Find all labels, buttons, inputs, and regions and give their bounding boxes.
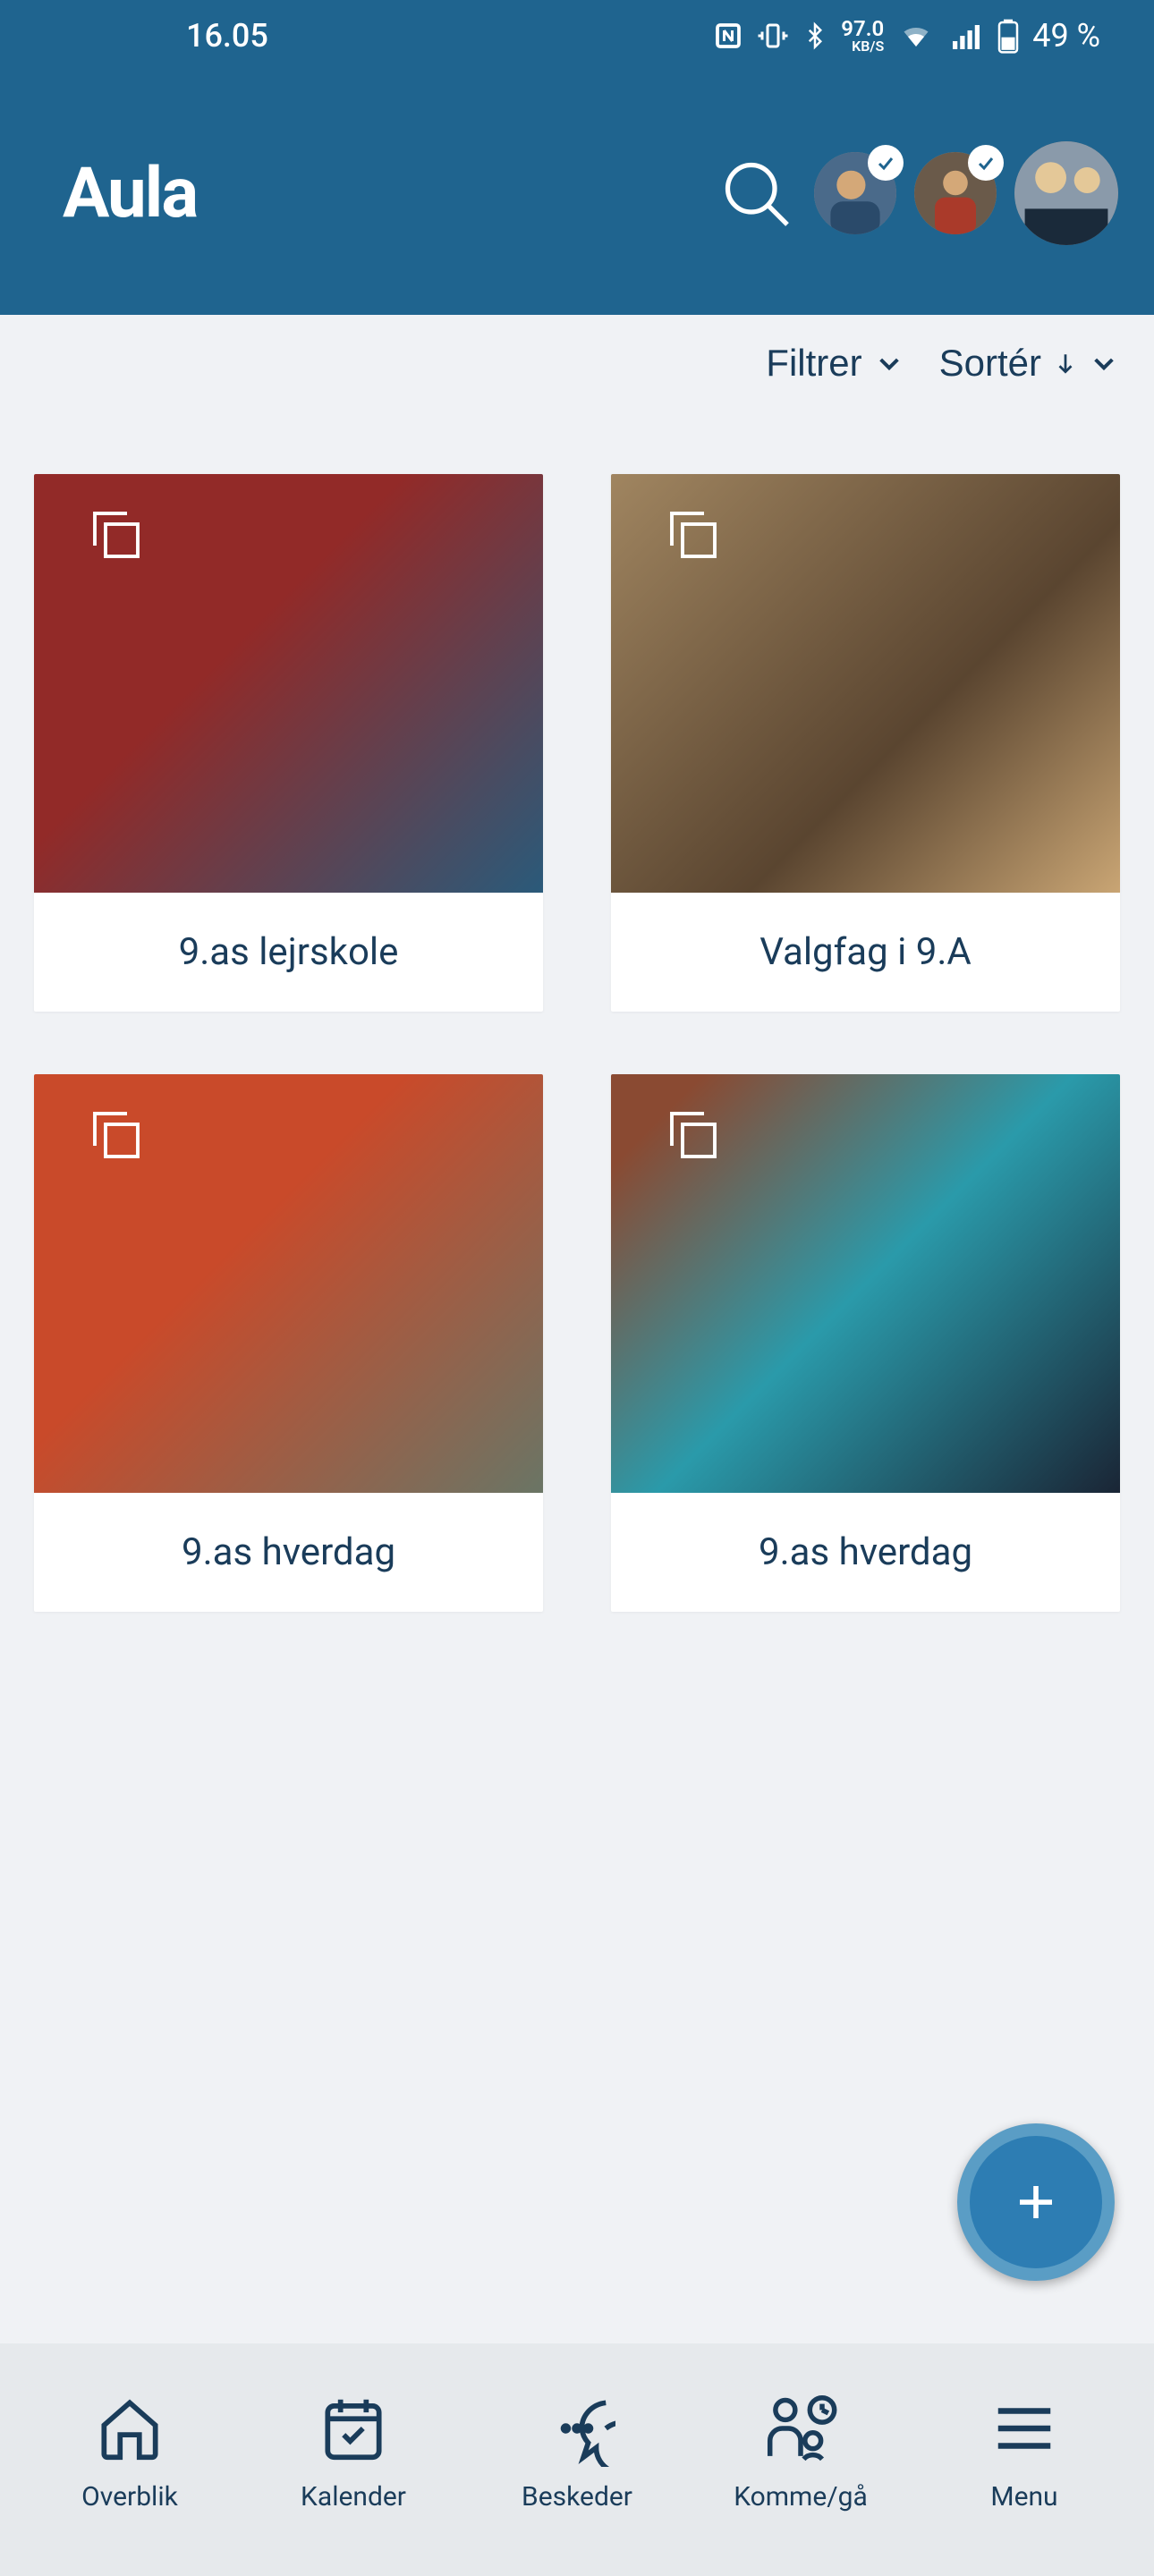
nav-label: Overblik [81,2481,178,2512]
nav-label: Beskeder [522,2481,632,2512]
album-image [34,474,543,893]
album-title: Valgfag i 9.A [611,893,1120,1012]
gallery-icon [661,1103,725,1167]
status-time: 16.05 [186,17,268,55]
network-speed: 97.0 KB/S [841,18,884,54]
nfc-icon [712,20,744,52]
battery-icon [997,18,1020,54]
profile-avatar-main[interactable] [1014,141,1118,245]
search-button[interactable] [716,153,796,233]
vibrate-icon [757,20,789,52]
check-badge [868,145,904,181]
nav-overview[interactable]: Overblik [18,2390,242,2512]
plus-icon [1012,2178,1060,2226]
people-clock-icon [758,2390,844,2467]
chat-icon [539,2390,615,2467]
sort-label: Sortér [939,342,1041,385]
check-icon [975,152,997,174]
nav-label: Komme/gå [734,2481,868,2512]
album-card[interactable]: Valgfag i 9.A [611,474,1120,1012]
profile-avatar-2[interactable] [914,152,997,234]
check-icon [875,152,896,174]
sort-button[interactable]: Sortér [939,342,1118,385]
nav-come-go[interactable]: Komme/gå [689,2390,912,2512]
album-card[interactable]: 9.as hverdag [34,1074,543,1612]
nav-label: Menu [990,2481,1057,2512]
gallery-icon [661,503,725,567]
arrow-down-icon [1054,347,1077,379]
status-bar: 16.05 97.0 KB/S [0,0,1154,72]
nav-label: Kalender [301,2481,406,2512]
chevron-down-icon [875,349,904,377]
bluetooth-icon [802,20,828,52]
search-icon [718,156,793,231]
chevron-down-icon [1090,349,1118,377]
status-icons: 97.0 KB/S 49 % [712,17,1100,55]
app-header: Aula [0,72,1154,315]
album-title: 9.as hverdag [611,1493,1120,1612]
gallery-icon [84,503,148,567]
add-button[interactable] [957,2123,1115,2281]
album-card[interactable]: 9.as lejrskole [34,474,543,1012]
album-image [611,1074,1120,1493]
filter-button[interactable]: Filtrer [766,342,903,385]
app-logo: Aula [63,153,197,234]
album-title: 9.as hverdag [34,1493,543,1612]
menu-icon [989,2394,1059,2463]
album-grid: 9.as lejrskole Valgfag i 9.A 9.as hverda… [0,402,1154,1612]
gallery-icon [84,1103,148,1167]
album-image [611,474,1120,893]
wifi-icon [896,20,936,52]
check-badge [968,145,1004,181]
signal-icon [948,20,984,52]
calendar-icon [315,2390,392,2467]
album-image [34,1074,543,1493]
filter-bar: Filtrer Sortér [0,315,1154,402]
nav-menu[interactable]: Menu [912,2390,1136,2512]
home-icon [91,2390,168,2467]
nav-messages[interactable]: Beskeder [465,2390,689,2512]
profile-avatar-1[interactable] [814,152,896,234]
bottom-nav: Overblik Kalender Beskeder [0,2343,1154,2576]
battery-percent: 49 % [1032,17,1100,55]
filter-label: Filtrer [766,342,861,385]
album-title: 9.as lejrskole [34,893,543,1012]
album-card[interactable]: 9.as hverdag [611,1074,1120,1612]
nav-calendar[interactable]: Kalender [242,2390,465,2512]
avatar-image [1014,141,1118,245]
